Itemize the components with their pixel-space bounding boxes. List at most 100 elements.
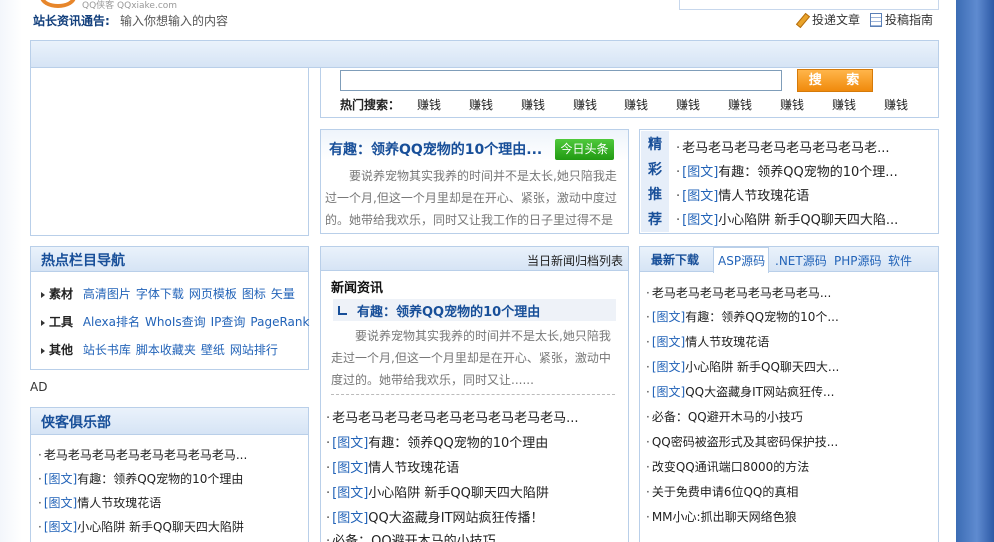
hot-keyword[interactable]: 赚钱 <box>521 96 545 113</box>
nav-link[interactable]: 站长书库 <box>83 343 131 357</box>
list-item[interactable]: · QQ密码被盗形式及其密码保护技... <box>646 433 838 450</box>
nav-link[interactable]: 网站排行 <box>230 343 278 357</box>
list-item[interactable]: · 必备：QQ避开木马的小技巧 <box>326 530 496 542</box>
tag-char: 推 <box>648 187 662 203</box>
list-item[interactable]: · 老马老马老马老马老马老马老马老马... <box>38 446 247 463</box>
nav-link[interactable]: 网页模板 <box>189 287 237 301</box>
nav-link[interactable]: 脚本收藏夹 <box>136 343 196 357</box>
list-item[interactable]: · [图文]小心陷阱 新手QQ聊天四大... <box>646 358 839 375</box>
document-icon <box>870 12 882 27</box>
left-top-panel <box>30 68 309 236</box>
news-lead-title-link[interactable]: 有趣：领养QQ宠物的10个理由 <box>357 301 540 320</box>
submit-article-label: 投递文章 <box>812 13 861 27</box>
nav-link[interactable]: PageRank <box>250 315 309 329</box>
hot-search-label: 热门搜索： <box>340 98 401 112</box>
latest-downloads-title: 最新下载 <box>651 253 700 267</box>
submission-guide-label: 投稿指南 <box>885 13 934 27</box>
nav-link[interactable]: WhoIs查询 <box>145 315 206 329</box>
item-tag: [图文] <box>651 385 686 399</box>
item-tag: [图文] <box>682 189 719 204</box>
page-left-margin <box>0 0 22 542</box>
list-item[interactable]: · 必备：QQ避开木马的小技巧 <box>646 408 803 425</box>
tab-software[interactable]: 软件 <box>888 252 912 269</box>
nav-link[interactable]: 矢量 <box>271 287 295 301</box>
nav-row-tools: 工具 Alexa排名 WhoIs查询 IP查询 PageRank <box>41 313 314 330</box>
nav-link[interactable]: IP查询 <box>211 315 246 329</box>
list-item[interactable]: · [图文]有趣：领养QQ宠物的10个... <box>646 308 839 325</box>
list-item[interactable]: · [图文]小心陷阱 新手QQ聊天四大陷阱 <box>326 482 549 501</box>
hot-keyword[interactable]: 赚钱 <box>469 96 493 113</box>
item-tag: [图文] <box>651 335 686 349</box>
list-item[interactable]: · [图文]QQ大盗藏身IT网站疯狂传播！ <box>326 507 544 526</box>
item-text: 改变QQ通讯端口8000的方法 <box>651 460 810 474</box>
item-text: 情人节玫瑰花语 <box>77 496 162 510</box>
item-tag: [图文] <box>43 496 78 510</box>
tab-net-source[interactable]: .NET源码 <box>775 252 827 269</box>
news-archive-link[interactable]: 当日新闻归档列表 <box>527 252 623 269</box>
submission-guide-link[interactable]: 投稿指南 <box>870 11 933 28</box>
hot-keyword[interactable]: 赚钱 <box>832 96 856 113</box>
top-right-box <box>679 0 939 10</box>
item-tag: [图文] <box>651 310 686 324</box>
triangle-right-icon <box>41 291 45 298</box>
tag-char: 精 <box>648 137 662 153</box>
list-item[interactable]: · [图文]情人节玫瑰花语 <box>38 494 161 511</box>
list-item[interactable]: · [图文]小心陷阱 新手QQ聊天四大陷阱 <box>38 518 244 535</box>
logo-icon[interactable] <box>40 0 76 8</box>
nav-link[interactable]: 图标 <box>242 287 266 301</box>
list-item[interactable]: · [图文]小心陷阱 新手QQ聊天四大陷... <box>676 209 898 228</box>
nav-category: 工具 <box>49 315 74 329</box>
item-text: 有趣：领养QQ宠物的10个理由 <box>368 436 549 451</box>
list-item[interactable]: · 老马老马老马老马老马老马老马老... <box>676 137 890 156</box>
item-text: 必备：QQ避开木马的小技巧 <box>332 534 496 542</box>
item-text: QQ大盗藏身IT网站疯狂传播！ <box>368 511 544 526</box>
list-item[interactable]: · [图文]有趣：领养QQ宠物的10个理由 <box>326 432 548 451</box>
list-item[interactable]: · [图文]有趣：领养QQ宠物的10个理由 <box>38 470 243 487</box>
submit-article-link[interactable]: 投递文章 <box>795 11 860 28</box>
item-text: 关于免费申请6位QQ的真相 <box>651 485 799 499</box>
list-item[interactable]: · 改变QQ通讯端口8000的方法 <box>646 458 809 475</box>
item-text: 小心陷阱 新手QQ聊天四大陷阱 <box>77 520 244 534</box>
search-button[interactable]: 搜 索 <box>797 69 873 92</box>
news-divider <box>331 394 615 395</box>
logo-text: QQ侠客 QQxiake.com <box>82 1 178 11</box>
tag-char: 荐 <box>648 212 662 228</box>
hot-keyword[interactable]: 赚钱 <box>417 96 441 113</box>
headline-title-link[interactable]: 有趣：领养QQ宠物的10个理由... <box>329 139 542 159</box>
main-nav-bar <box>30 40 939 68</box>
nav-link[interactable]: 壁纸 <box>201 343 225 357</box>
club-title: 侠客俱乐部 <box>41 415 111 431</box>
hot-keyword[interactable]: 赚钱 <box>573 96 597 113</box>
nav-link[interactable]: Alexa排名 <box>83 315 140 329</box>
nav-link[interactable]: 字体下载 <box>136 287 184 301</box>
item-tag: [图文] <box>332 511 369 526</box>
list-item[interactable]: · [图文]有趣：领养QQ宠物的10个理... <box>676 161 898 180</box>
list-item[interactable]: · [图文]QQ大盗藏身IT网站疯狂传... <box>646 383 834 400</box>
hot-keyword[interactable]: 赚钱 <box>624 96 648 113</box>
list-item[interactable]: · [图文]情人节玫瑰花语 <box>326 457 459 476</box>
notice-label: 站长资讯通告: <box>33 14 110 28</box>
list-item[interactable]: · MM小心:抓出聊天网络色狼 <box>646 508 797 525</box>
item-text: 小心陷阱 新手QQ聊天四大陷... <box>718 213 899 228</box>
list-item[interactable]: · 关于免费申请6位QQ的真相 <box>646 483 798 500</box>
list-item[interactable]: · [图文]情人节玫瑰花语 <box>676 185 809 204</box>
hot-keyword[interactable]: 赚钱 <box>676 96 700 113</box>
list-item[interactable]: · 老马老马老马老马老马老马老马老马老马... <box>326 407 579 426</box>
search-input[interactable] <box>340 70 782 91</box>
item-text: 老马老马老马老马老马老马老马老... <box>682 141 890 156</box>
triangle-right-icon <box>41 347 45 354</box>
hot-keyword[interactable]: 赚钱 <box>728 96 752 113</box>
hot-keyword[interactable]: 赚钱 <box>780 96 804 113</box>
news-section-title: 新闻资讯 <box>331 281 384 296</box>
hot-keyword[interactable]: 赚钱 <box>884 96 908 113</box>
tab-asp-source[interactable]: ASP源码 <box>718 252 765 269</box>
ad-label: AD <box>30 380 48 394</box>
item-text: QQ大盗藏身IT网站疯狂传... <box>685 385 835 399</box>
nav-link[interactable]: 高清图片 <box>83 287 131 301</box>
item-tag: [图文] <box>43 472 78 486</box>
list-item[interactable]: · 老马老马老马老马老马老马老马... <box>646 284 831 301</box>
nav-row-material: 素材 高清图片 字体下载 网页模板 图标 矢量 <box>41 285 300 302</box>
nav-category: 素材 <box>49 287 74 301</box>
tab-php-source[interactable]: PHP源码 <box>834 252 882 269</box>
list-item[interactable]: · [图文]情人节玫瑰花语 <box>646 333 769 350</box>
